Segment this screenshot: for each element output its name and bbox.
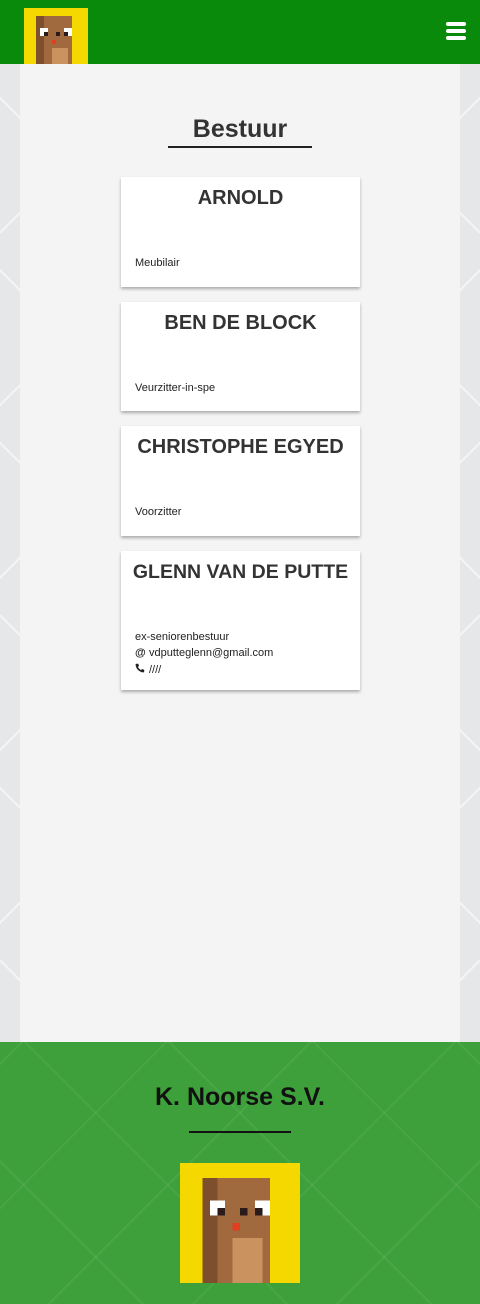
site-footer: K. Noorse S.V. [0, 1042, 480, 1304]
email-link[interactable]: vdputteglenn@gmail.com [149, 647, 273, 659]
hamburger-menu-icon[interactable] [446, 22, 466, 40]
member-card-christophe-egyed: CHRISTOPHE EGYED Voorzitter [121, 426, 360, 536]
member-card-arnold: ARNOLD Meubilair [121, 177, 360, 287]
main-content: Bestuur ARNOLD Meubilair BEN DE BLOCK Ve… [20, 64, 460, 1042]
phone-icon [135, 663, 149, 676]
member-email[interactable]: @ vdputteglenn@gmail.com [135, 647, 273, 659]
member-role: ex-seniorenbestuur [135, 631, 230, 643]
member-role: Veurzitter-in-spe [135, 382, 216, 394]
top-navbar [0, 0, 480, 72]
member-card-glenn-van-de-putte: GLENN VAN DE PUTTE ex-seniorenbestuur @ … [121, 551, 360, 690]
member-role: Voorzitter [135, 506, 182, 518]
phone-number[interactable]: //// [149, 664, 161, 676]
member-role: Meubilair [135, 257, 180, 269]
footer-title: K. Noorse S.V. [155, 1083, 325, 1111]
member-card-ben-de-block: BEN DE BLOCK Veurzitter-in-spe [121, 302, 360, 411]
member-phone[interactable]: //// [135, 663, 161, 676]
member-name: CHRISTOPHE EGYED [137, 436, 344, 458]
footer-divider [189, 1131, 291, 1133]
member-name: GLENN VAN DE PUTTE [132, 561, 349, 583]
member-name: ARNOLD [197, 187, 284, 209]
at-sign-icon: @ [135, 647, 146, 659]
page-title: Bestuur [192, 114, 288, 143]
beaver-logo-icon[interactable] [24, 8, 88, 72]
beaver-logo-icon [180, 1163, 300, 1283]
member-name: BEN DE BLOCK [164, 312, 317, 334]
title-divider [168, 146, 312, 148]
